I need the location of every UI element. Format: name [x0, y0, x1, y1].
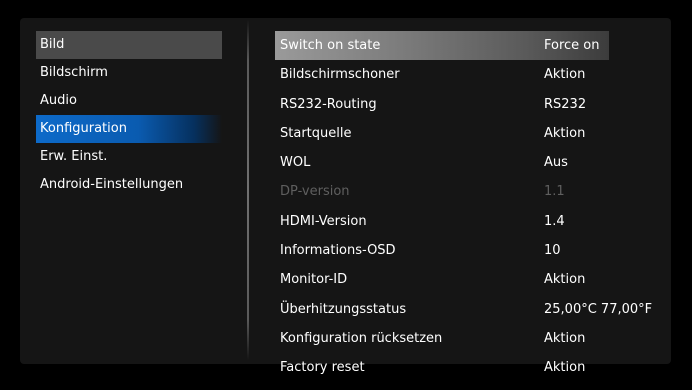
- setting-value: 1.1: [544, 184, 565, 200]
- setting-label: Factory reset: [280, 360, 365, 376]
- menu-divider: [247, 20, 249, 360]
- setting-value: Aktion: [544, 330, 586, 346]
- setting-row-dp-version: DP-version 1.1: [275, 177, 655, 206]
- setting-row-monitor-id[interactable]: Monitor-ID Aktion: [275, 265, 655, 294]
- setting-value: Aktion: [544, 67, 586, 83]
- setting-label: Informations-OSD: [280, 243, 396, 259]
- setting-label: Switch on state: [280, 38, 381, 53]
- setting-row-wol[interactable]: WOL Aus: [275, 148, 655, 177]
- category-item-android-einstellungen[interactable]: Android-Einstellungen: [36, 171, 222, 199]
- setting-row-switch-on-state[interactable]: Switch on state Force on: [275, 31, 609, 61]
- setting-row-bildschirmschoner[interactable]: Bildschirmschoner Aktion: [275, 60, 655, 89]
- category-item-bild[interactable]: Bild: [36, 31, 222, 59]
- setting-label: Konfiguration rücksetzen: [280, 330, 443, 346]
- category-item-erw-einst[interactable]: Erw. Einst.: [36, 143, 222, 171]
- setting-value: Aus: [544, 155, 568, 171]
- setting-row-konfiguration-ruecksetzen[interactable]: Konfiguration rücksetzen Aktion: [275, 324, 655, 353]
- setting-row-ueberhitzungsstatus[interactable]: Überhitzungsstatus 25,00°C 77,00°F: [275, 295, 655, 324]
- setting-row-rs232-routing[interactable]: RS232-Routing RS232: [275, 90, 655, 119]
- setting-value: 10: [544, 243, 561, 259]
- setting-row-startquelle[interactable]: Startquelle Aktion: [275, 119, 655, 148]
- category-item-bildschirm[interactable]: Bildschirm: [36, 59, 222, 87]
- category-menu: Bild Bildschirm Audio Konfiguration Erw.…: [36, 31, 222, 199]
- setting-label: Überhitzungsstatus: [280, 301, 407, 317]
- category-item-audio[interactable]: Audio: [36, 87, 222, 115]
- setting-label: Bildschirmschoner: [280, 67, 400, 83]
- setting-label: WOL: [280, 155, 311, 171]
- setting-value: 25,00°C 77,00°F: [544, 301, 653, 317]
- setting-row-factory-reset[interactable]: Factory reset Aktion: [275, 353, 655, 382]
- setting-label: RS232-Routing: [280, 96, 377, 112]
- setting-row-hdmi-version[interactable]: HDMI-Version 1.4: [275, 207, 655, 236]
- setting-value: 1.4: [544, 213, 565, 229]
- category-item-konfiguration[interactable]: Konfiguration: [36, 115, 222, 143]
- setting-value: Aktion: [544, 360, 586, 376]
- setting-value: Force on: [544, 38, 600, 53]
- setting-value: RS232: [544, 96, 587, 112]
- setting-value: Aktion: [544, 125, 586, 141]
- setting-value: Aktion: [544, 272, 586, 288]
- setting-label: DP-version: [280, 184, 350, 200]
- setting-row-informations-osd[interactable]: Informations-OSD 10: [275, 236, 655, 265]
- setting-label: HDMI-Version: [280, 213, 367, 229]
- settings-list: Switch on state Force on Bildschirmschon…: [275, 31, 655, 383]
- setting-label: Startquelle: [280, 125, 352, 141]
- setting-label: Monitor-ID: [280, 272, 348, 288]
